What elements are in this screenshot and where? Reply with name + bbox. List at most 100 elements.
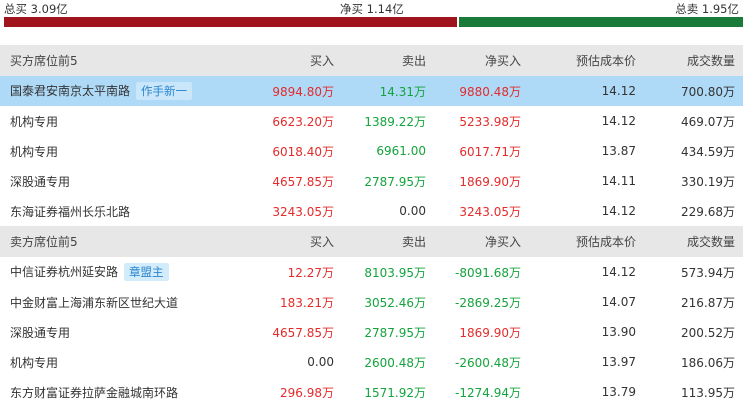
- buy-seat-row[interactable]: 东海证券福州长乐北路 3243.05万 0.00 3243.05万 14.12 229.6…: [0, 196, 743, 226]
- seat-name-cell: 东方财富证券拉萨金融城南环路: [0, 377, 245, 407]
- buy-column-header: 买方席位前5: [0, 45, 245, 76]
- volume-cell: 216.87万: [681, 295, 735, 310]
- buy-column-header: 卖出: [340, 45, 432, 76]
- net-amount-cell: 1869.90万: [459, 325, 521, 340]
- buy-amount-cell: 4657.85万: [272, 325, 334, 340]
- net-amount-cell: 9880.48万: [432, 76, 527, 106]
- seat-name: 深股通专用: [10, 325, 71, 340]
- seat-name: 东海证券福州长乐北路: [10, 204, 131, 219]
- buy-amount-cell: 0.00: [307, 355, 334, 369]
- sell-seat-row[interactable]: 机构专用 0.00 2600.48万 -2600.48万 13.97 186.06万: [0, 347, 743, 377]
- sell-amount-cell: 8103.95万: [364, 265, 426, 280]
- cost-price-cell: 14.12: [601, 114, 636, 128]
- sell-column-header: 卖出: [340, 226, 432, 257]
- trader-tag[interactable]: 章盟主: [124, 263, 169, 281]
- cost-price-cell: 13.90: [601, 325, 636, 339]
- buy-amount-cell: 3243.05万: [272, 204, 334, 219]
- seat-name: 机构专用: [10, 144, 59, 159]
- buy-amount-cell: 4657.85万: [272, 174, 334, 189]
- sell-seat-row[interactable]: 中金财富上海浦东新区世纪大道 183.21万 3052.46万 -2869.25万 14…: [0, 287, 743, 317]
- volume-cell: 200.52万: [681, 325, 735, 340]
- seat-name-cell: 东海证券福州长乐北路: [0, 196, 245, 226]
- buy-seat-row[interactable]: 深股通专用 4657.85万 2787.95万 1869.90万 14.11 330.19…: [0, 166, 743, 196]
- sell-amount-cell: 2600.48万: [364, 355, 426, 370]
- net-amount-cell: -2869.25万: [455, 295, 521, 310]
- buy-amount-cell: 296.98万: [280, 385, 334, 400]
- total-buy-label: 总买 3.09亿: [4, 2, 68, 16]
- net-amount-cell: 3243.05万: [459, 204, 521, 219]
- sell-amount-cell: 2787.95万: [364, 325, 426, 340]
- sell-amount-cell: 1571.92万: [364, 385, 426, 400]
- volume-cell: 434.59万: [681, 144, 735, 159]
- cost-price-cell: 13.87: [601, 144, 636, 158]
- seat-name: 东方财富证券拉萨金融城南环路: [10, 385, 179, 400]
- summary-bar: 总买 3.09亿 净买 1.14亿 总卖 1.95亿: [0, 0, 743, 27]
- sell-header-row: 卖方席位前5 买入 卖出 净买入 预估成本价 成交数量: [0, 226, 743, 257]
- seat-name: 机构专用: [10, 114, 59, 129]
- buy-seat-row[interactable]: 机构专用 6018.40万 6961.00 6017.71万 13.87 434.59万: [0, 136, 743, 166]
- sell-seat-row[interactable]: 深股通专用 4657.85万 2787.95万 1869.90万 13.90 200.52…: [0, 317, 743, 347]
- volume-cell: 330.19万: [681, 174, 735, 189]
- trader-tag[interactable]: 作手新一: [136, 82, 193, 100]
- buy-column-header: 净买入: [432, 45, 527, 76]
- volume-cell: 573.94万: [681, 265, 735, 280]
- seat-name: 深股通专用: [10, 174, 71, 189]
- cost-price-cell: 13.79: [601, 385, 636, 399]
- cost-price-cell: 14.12: [601, 265, 636, 279]
- buy-amount-cell: 12.27万: [287, 265, 334, 280]
- sell-column-header: 净买入: [432, 226, 527, 257]
- buy-column-header: 买入: [245, 45, 340, 76]
- buy-section: 买方席位前5 买入 卖出 净买入 预估成本价 成交数量 国泰君安南京太平南路 作手新一 9894…: [0, 45, 743, 226]
- net-amount-cell: 1869.90万: [459, 174, 521, 189]
- cost-price-cell: 14.11: [601, 174, 636, 188]
- buy-amount-cell: 183.21万: [280, 295, 334, 310]
- total-sell-label: 总卖 1.95亿: [675, 2, 739, 16]
- seat-name-cell: 机构专用: [0, 106, 245, 136]
- sell-amount-cell: 1389.22万: [364, 114, 426, 129]
- seat-name: 中信证券杭州延安路: [10, 265, 119, 279]
- buy-amount-cell: 6018.40万: [272, 144, 334, 159]
- sell-seat-row[interactable]: 东方财富证券拉萨金融城南环路 296.98万 1571.92万 -1274.94万 13…: [0, 377, 743, 407]
- volume-cell: 700.80万: [642, 76, 743, 106]
- seat-name-cell: 机构专用: [0, 136, 245, 166]
- sell-column-header: 买入: [245, 226, 340, 257]
- seat-name-cell: 机构专用: [0, 347, 245, 377]
- volume-cell: 186.06万: [681, 355, 735, 370]
- net-amount-cell: -1274.94万: [455, 385, 521, 400]
- sell-seat-row[interactable]: 中信证券杭州延安路 章盟主 12.27万 8103.95万 -8091.68万 14.12…: [0, 257, 743, 287]
- buy-header-row: 买方席位前5 买入 卖出 净买入 预估成本价 成交数量: [0, 45, 743, 76]
- volume-cell: 469.07万: [681, 114, 735, 129]
- sell-section: 卖方席位前5 买入 卖出 净买入 预估成本价 成交数量 中信证券杭州延安路 章盟主 12.27万…: [0, 226, 743, 407]
- volume-cell: 113.95万: [681, 385, 735, 400]
- seat-name-cell: 中金财富上海浦东新区世纪大道: [0, 287, 245, 317]
- seat-name-cell: 深股通专用: [0, 317, 245, 347]
- seat-name: 国泰君安南京太平南路: [10, 84, 131, 98]
- net-amount-cell: -8091.68万: [455, 265, 521, 280]
- buy-sell-ratio-bar: [4, 17, 743, 27]
- sell-column-header: 预估成本价: [527, 226, 642, 257]
- seat-name: 机构专用: [10, 355, 59, 370]
- sell-amount-cell: 0.00: [399, 204, 426, 218]
- volume-cell: 229.68万: [681, 204, 735, 219]
- buy-seat-row[interactable]: 国泰君安南京太平南路 作手新一 9894.80万 14.31万 9880.48万 14.1…: [0, 76, 743, 106]
- buy-ratio-fill: [4, 17, 457, 27]
- seat-name-cell: 深股通专用: [0, 166, 245, 196]
- net-amount-cell: -2600.48万: [455, 355, 521, 370]
- cost-price-cell: 14.12: [601, 204, 636, 218]
- buy-amount-cell: 9894.80万: [245, 76, 340, 106]
- buy-column-header: 预估成本价: [527, 45, 642, 76]
- buy-amount-cell: 6623.20万: [272, 114, 334, 129]
- buy-seat-row[interactable]: 机构专用 6623.20万 1389.22万 5233.98万 14.12 469.07万: [0, 106, 743, 136]
- summary-labels: 总买 3.09亿 净买 1.14亿 总卖 1.95亿: [0, 0, 743, 16]
- net-amount-cell: 5233.98万: [459, 114, 521, 129]
- seat-name: 中金财富上海浦东新区世纪大道: [10, 295, 179, 310]
- net-amount-cell: 6017.71万: [459, 144, 521, 159]
- cost-price-cell: 13.97: [601, 355, 636, 369]
- sell-column-header: 成交数量: [642, 226, 743, 257]
- sell-amount-cell: 6961.00: [376, 144, 426, 158]
- cost-price-cell: 14.07: [601, 295, 636, 309]
- seat-name-cell: 国泰君安南京太平南路 作手新一: [0, 76, 245, 106]
- cost-price-cell: 14.12: [527, 76, 642, 106]
- seat-table: 买方席位前5 买入 卖出 净买入 预估成本价 成交数量 国泰君安南京太平南路 作手新一 9894…: [0, 45, 743, 407]
- sell-amount-cell: 14.31万: [340, 76, 432, 106]
